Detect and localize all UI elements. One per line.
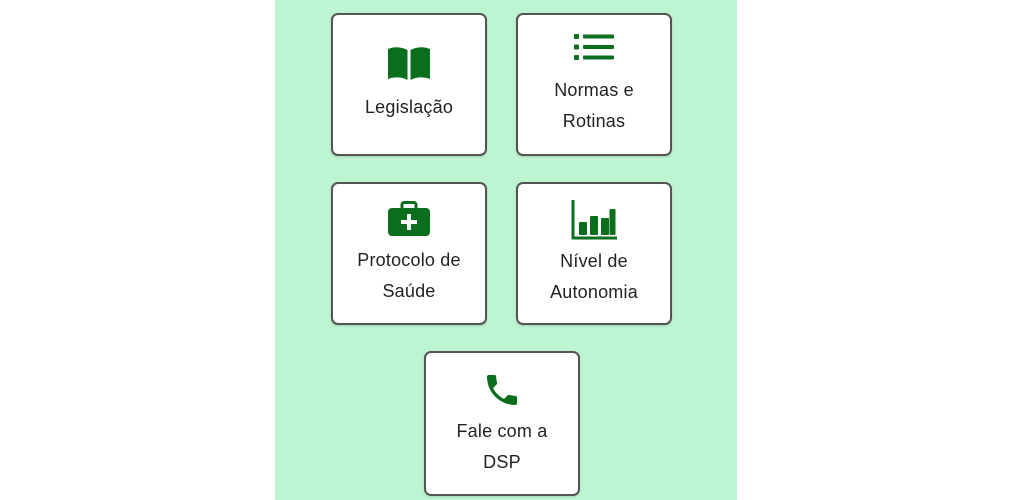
normas-e-rotinas-button[interactable]: Normas e Rotinas [516, 13, 672, 156]
protocolo-de-saude-button[interactable]: Protocolo de Saúde [331, 182, 487, 325]
fale-com-a-dsp-button[interactable]: Fale com a DSP [424, 351, 580, 496]
nivel-de-autonomia-button[interactable]: Nível de Autonomia [516, 182, 672, 325]
app-screen: Legislação Normas e Rotinas Protocolo de… [275, 0, 737, 500]
book-icon [388, 47, 430, 80]
legislacao-label: Legislação [364, 97, 454, 117]
legislacao-button[interactable]: Legislação [331, 13, 487, 156]
list-icon [574, 33, 614, 60]
bar-chart-icon [571, 199, 617, 239]
protocolo-de-saude-label: Protocolo de Saúde [357, 249, 461, 301]
phone-icon [487, 374, 517, 405]
normas-e-rotinas-label: Normas e Rotinas [554, 79, 634, 131]
fale-com-a-dsp-label: Fale com a DSP [456, 420, 548, 472]
medical-kit-icon [388, 200, 430, 236]
nivel-de-autonomia-label: Nível de Autonomia [550, 250, 638, 302]
